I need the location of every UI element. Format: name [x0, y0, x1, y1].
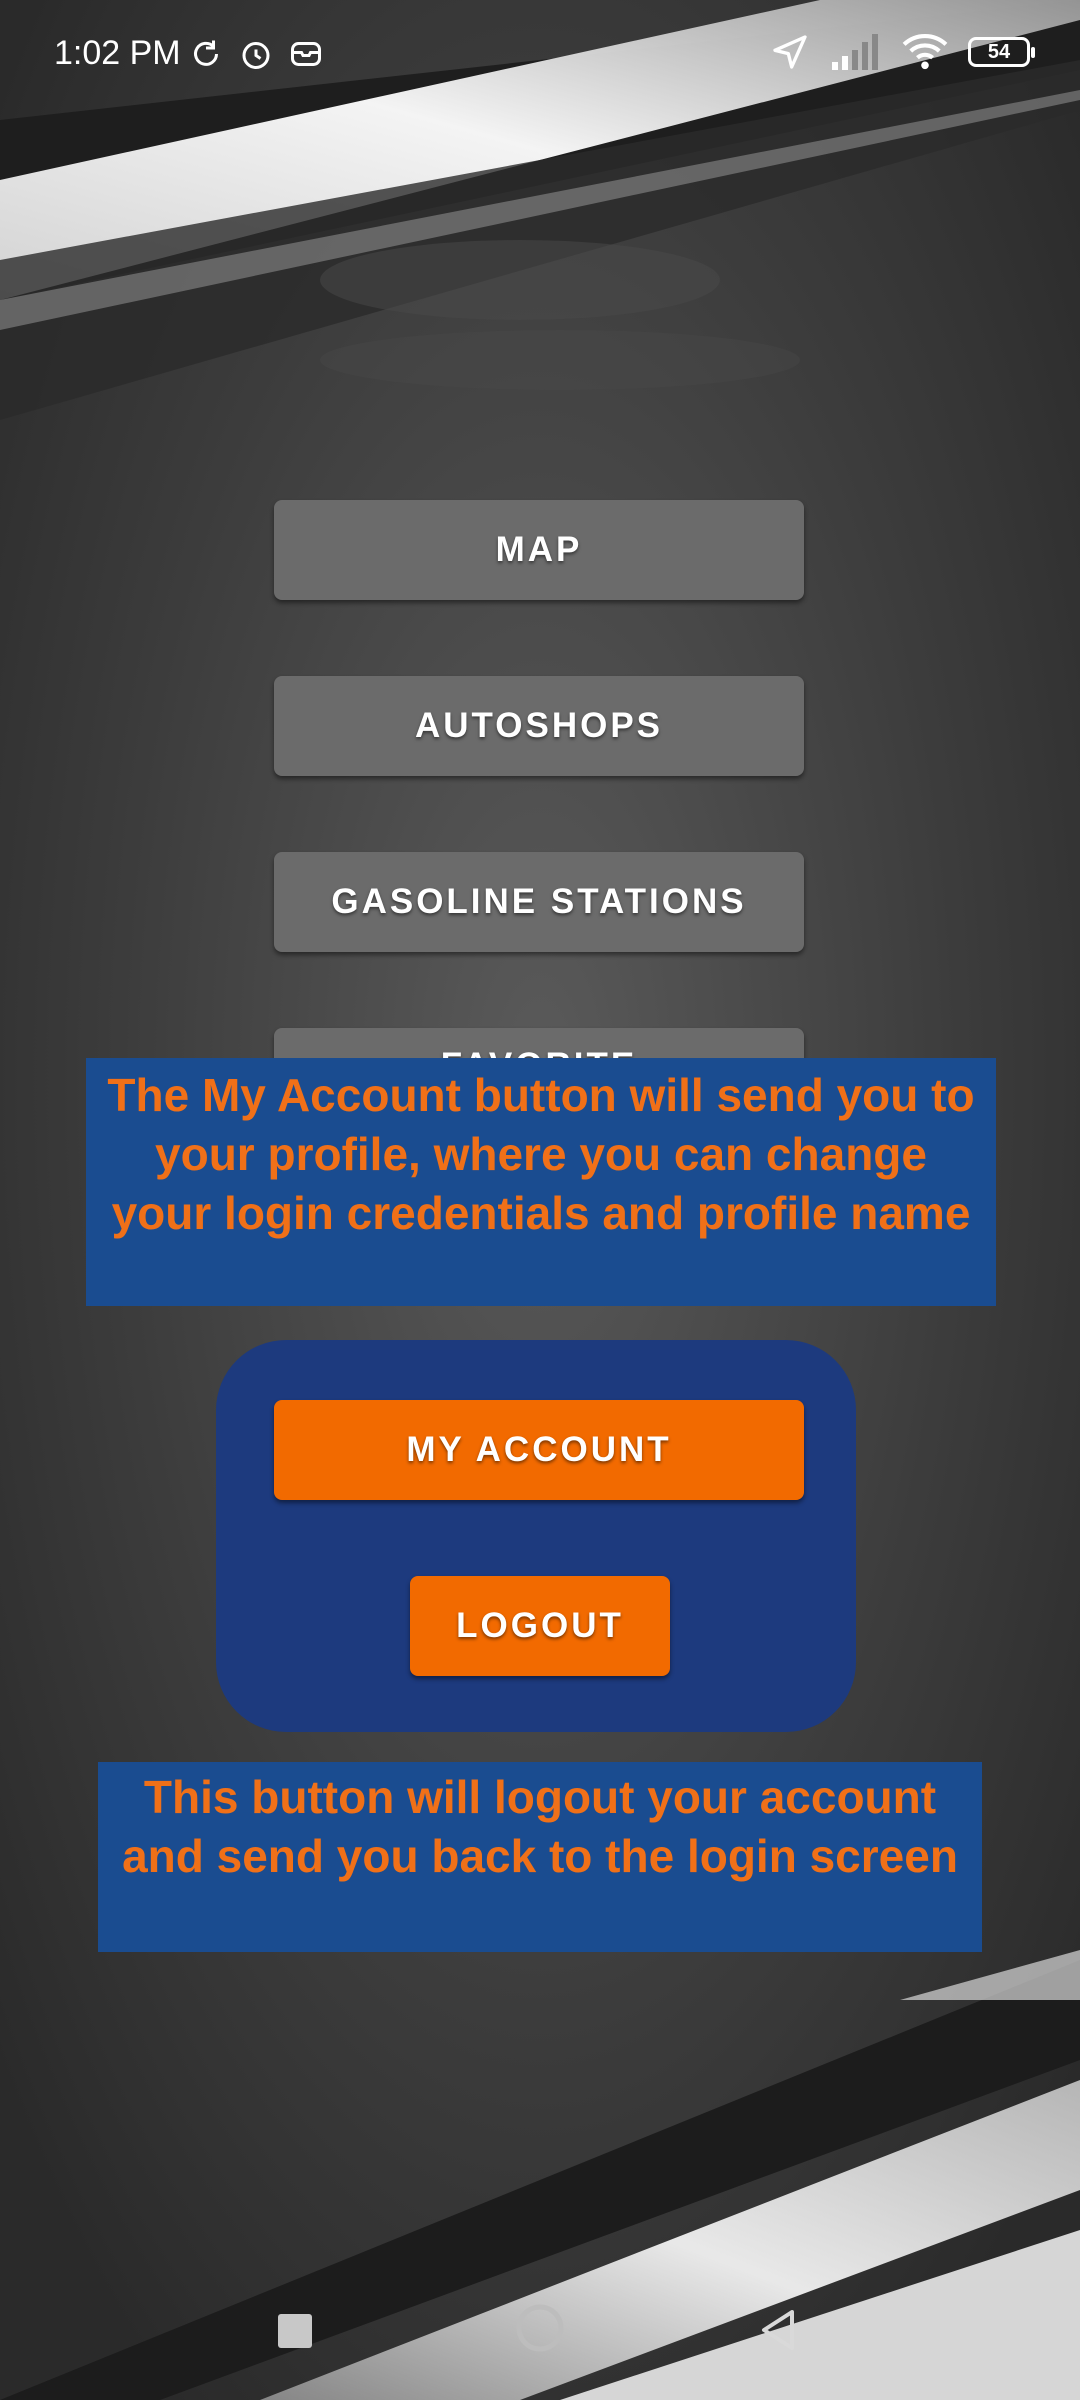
recent-apps-icon[interactable] [278, 2314, 312, 2348]
signal-icon [832, 34, 878, 70]
logout-button[interactable]: LOGOUT [410, 1576, 670, 1676]
refresh-icon [194, 40, 218, 66]
gasoline-stations-button[interactable]: GASOLINE STATIONS [274, 852, 804, 952]
status-time: 1:02 PM [54, 34, 181, 72]
autoshops-button[interactable]: AUTOSHOPS [274, 676, 804, 776]
map-button[interactable]: MAP [274, 500, 804, 600]
alarm-icon [242, 42, 270, 69]
home-icon[interactable] [514, 2302, 566, 2354]
location-arrow-icon [773, 35, 807, 69]
status-bar: 1:02 PM 54 [0, 0, 1080, 112]
my-account-annotation: The My Account button will send you to y… [86, 1058, 996, 1306]
navigation-bar [0, 2280, 1080, 2400]
battery-icon: 54 [968, 37, 1035, 67]
message-icon [291, 42, 321, 66]
wifi-icon [902, 34, 948, 70]
back-icon[interactable] [760, 2310, 796, 2350]
logout-annotation: This button will logout your account and… [98, 1762, 982, 1952]
my-account-button[interactable]: MY ACCOUNT [274, 1400, 804, 1500]
